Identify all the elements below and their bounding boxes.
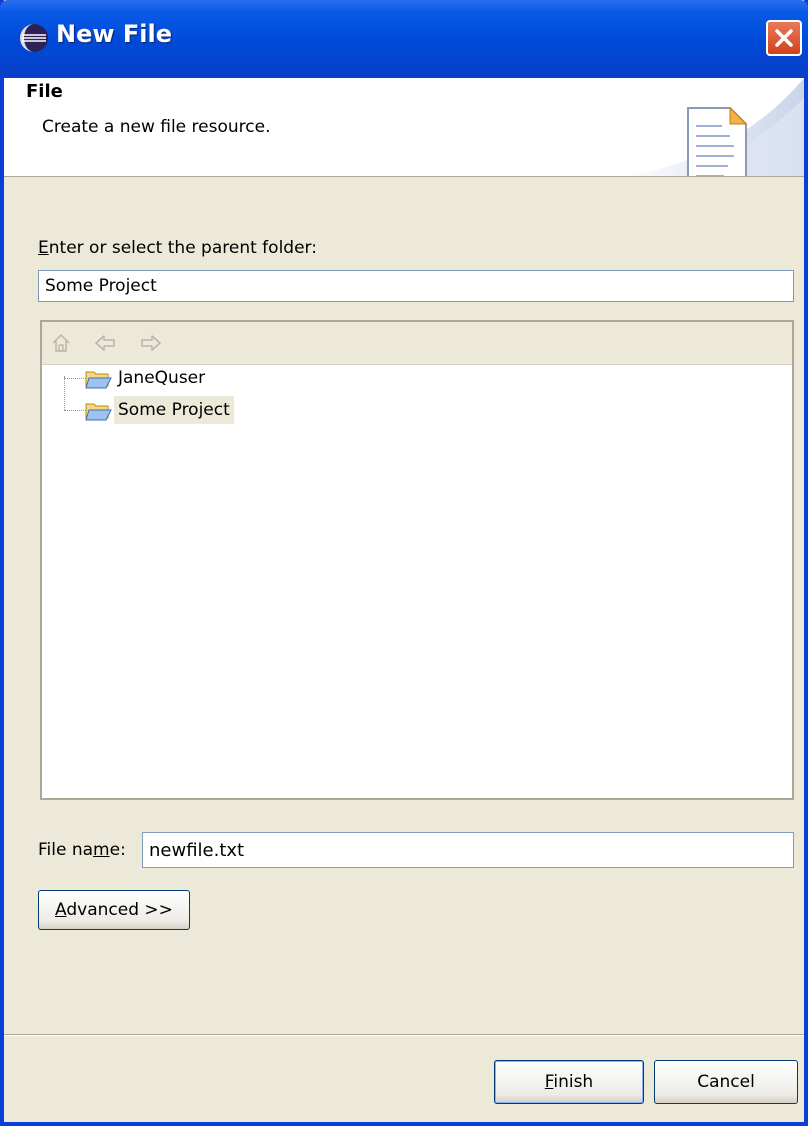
back-arrow-icon[interactable] (94, 332, 116, 354)
button-bar-separator (4, 1034, 804, 1036)
dialog-title: New File (56, 20, 173, 48)
parent-folder-label-mnemonic: E (38, 238, 49, 258)
finish-button-label: inish (553, 1072, 594, 1092)
title-bar[interactable]: New File (0, 0, 808, 78)
new-file-dialog: New File File Create a new file resource… (0, 0, 808, 1126)
wizard-page-title: File (26, 81, 63, 102)
advanced-button-label: dvanced >> (66, 900, 173, 920)
folder-tree[interactable]: JaneQuser Some Project (40, 320, 794, 800)
parent-folder-label: Enter or select the parent folder: (38, 238, 317, 258)
parent-folder-label-text: nter or select the parent folder: (48, 238, 317, 258)
tree-item-label: JaneQuser (118, 368, 206, 388)
open-folder-icon (85, 371, 112, 389)
home-icon[interactable] (50, 332, 72, 354)
file-name-label-text-end: e: (109, 840, 126, 860)
close-icon (775, 29, 793, 47)
new-file-wizard-icon (687, 106, 748, 176)
forward-arrow-icon[interactable] (140, 332, 162, 354)
file-name-label-text: File na (38, 840, 94, 860)
tree-item-janequser[interactable]: JaneQuser (42, 364, 442, 394)
file-name-input[interactable] (142, 832, 794, 868)
file-name-label: File name: (38, 840, 126, 860)
file-name-label-mnemonic: m (93, 840, 110, 860)
eclipse-icon (20, 24, 48, 52)
tree-item-label-selected: Some Project (114, 396, 234, 424)
wizard-header: File Create a new file resource. (4, 78, 804, 177)
advanced-button-mnemonic: A (55, 900, 67, 920)
open-folder-icon (85, 403, 112, 421)
cancel-button[interactable]: Cancel (654, 1060, 798, 1104)
parent-folder-input[interactable] (38, 270, 794, 302)
finish-button[interactable]: Finish (494, 1060, 644, 1104)
tree-item-some-project[interactable]: Some Project (42, 396, 442, 426)
close-button[interactable] (766, 20, 802, 56)
wizard-page-description: Create a new file resource. (42, 117, 271, 137)
advanced-button[interactable]: Advanced >> (38, 890, 190, 930)
tree-toolbar (42, 322, 792, 365)
